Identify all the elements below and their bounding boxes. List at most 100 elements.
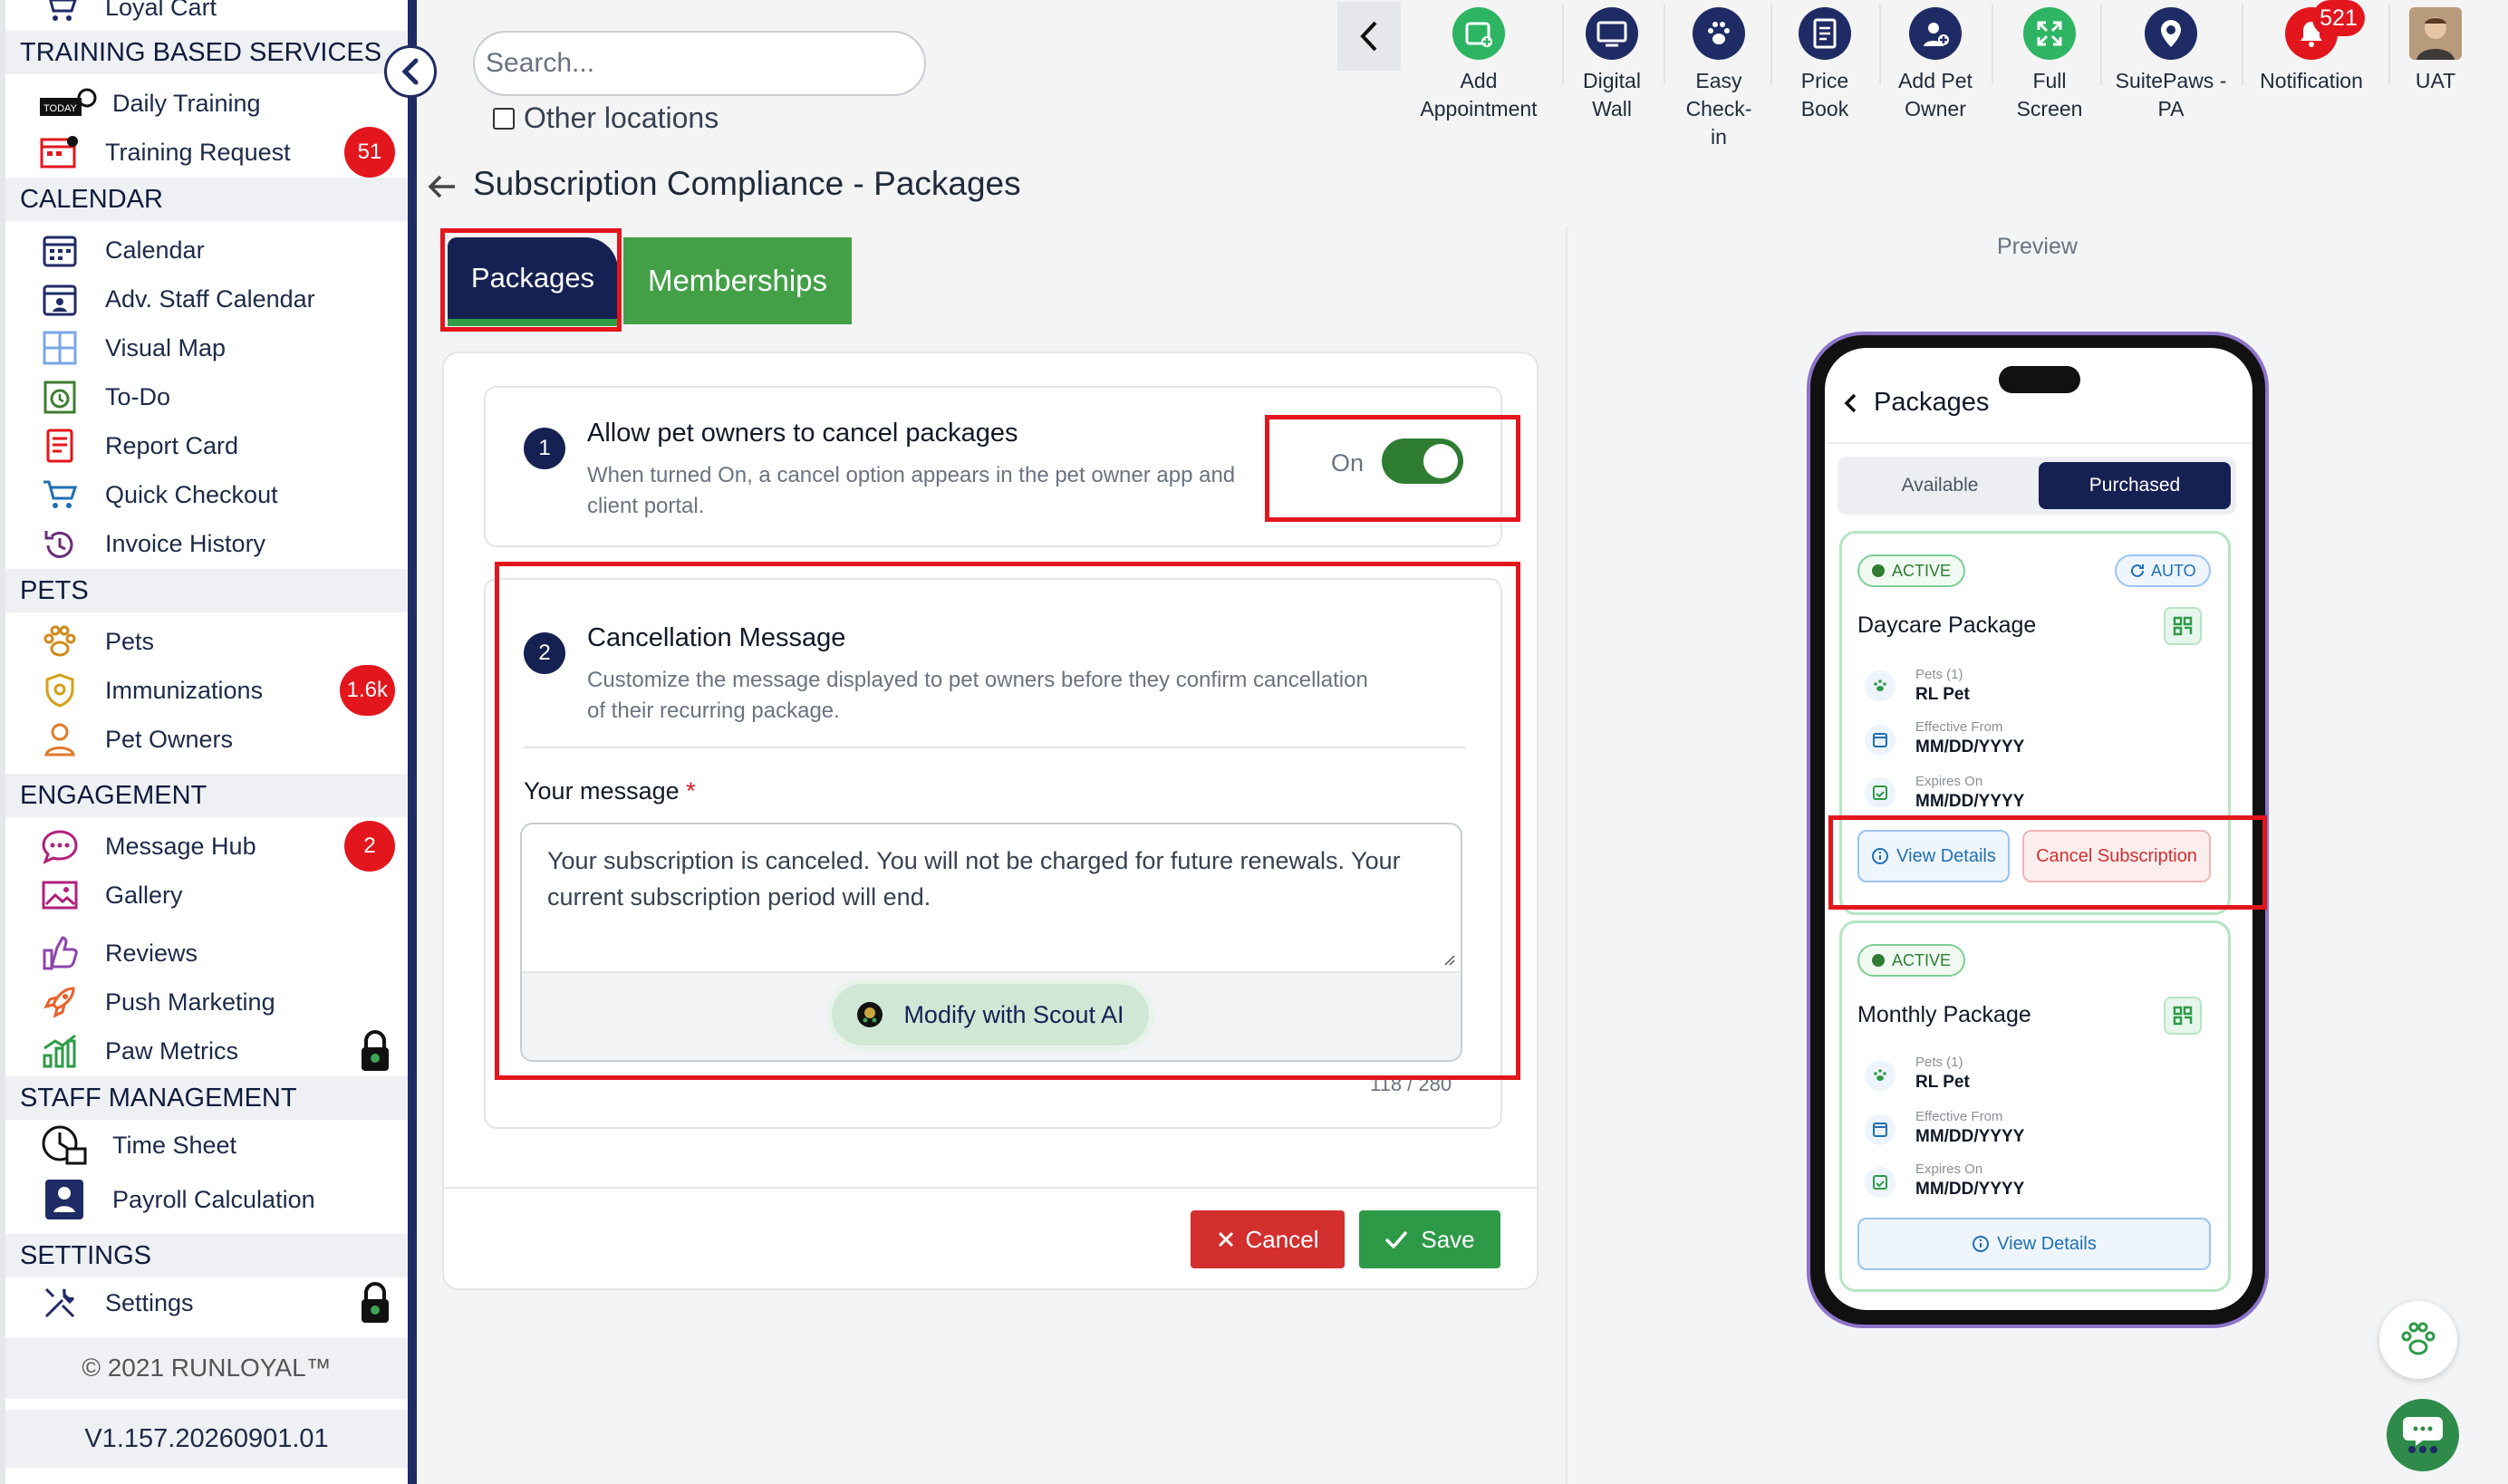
button-label: Save [1421,1225,1475,1253]
add-person-icon [1909,7,1962,60]
section-pets: PETS [5,569,408,612]
preview-tab-purchased[interactable]: Purchased [2039,462,2231,509]
message-hub-badge: 2 [344,821,395,872]
sidebar-item-label: Time Sheet [112,1131,237,1159]
cancel-button[interactable]: Cancel [1191,1210,1345,1268]
button-label: Cancel Subscription [2036,845,2197,866]
other-locations-checkbox[interactable]: Other locations [493,101,719,135]
pets-value: RL Pet [1915,685,1970,704]
allow-cancel-title: Allow pet owners to cancel packages [587,419,1018,448]
chip-label: ACTIVE [1892,561,1952,580]
sidebar-item-daily-training[interactable]: TODAY Daily Training [5,80,408,127]
copyright: © 2021 RUNLOYAL™ [5,1337,408,1399]
chip-label: AUTO [2151,561,2196,580]
view-details-button[interactable]: View Details [1857,830,2010,882]
sidebar-item-time-sheet[interactable]: Time Sheet [5,1122,408,1169]
sidebar-item-label: Push Marketing [105,988,275,1016]
sidebar-item-label: Calendar [105,236,205,264]
shield-icon [40,670,80,710]
search-input[interactable]: Search... [473,31,926,96]
chip-label: ACTIVE [1892,950,1952,969]
training-calendar-icon [40,132,80,172]
add-pet-owner-button[interactable]: Add Pet Owner [1890,4,1981,140]
easy-checkin-button[interactable]: Easy Check-in [1680,4,1758,149]
toolbar-back-button[interactable] [1337,2,1401,71]
ai-button-label: Modify with Scout AI [903,1000,1124,1028]
cancel-subscription-button[interactable]: Cancel Subscription [2022,830,2211,882]
preview-tab-available[interactable]: Available [1845,462,2035,509]
suitepaws-button[interactable]: SuitePaws - PA [2113,4,2229,140]
full-screen-button[interactable]: Full Screen [2006,4,2093,140]
sidebar-item-label: Invoice History [105,529,266,557]
digital-wall-button[interactable]: Digital Wall [1573,4,1651,140]
effective-value: MM/DD/YYYY [1915,1127,2025,1146]
package-name: Monthly Package [1857,1002,2031,1027]
sidebar-item-pet-owners[interactable]: Pet Owners [5,716,408,763]
page-back-button[interactable] [424,169,460,205]
support-chat-button[interactable] [2387,1399,2459,1471]
sidebar-item-message-hub[interactable]: Message Hub 2 [5,821,408,872]
toggle-state-label: On [1331,449,1365,477]
tab-packages[interactable]: Packages [448,237,618,326]
sidebar-item-invoice-history[interactable]: Invoice History [5,520,408,567]
add-appointment-button[interactable]: Add Appointment [1410,4,1548,140]
checkbox-box[interactable] [493,107,515,130]
sidebar-item-todo[interactable]: To-Do [5,373,408,420]
qr-code-icon[interactable] [2164,607,2202,645]
effective-label: Effective From [1915,1109,2003,1124]
tool-label: Add Appointment [1420,69,1538,120]
sidebar-item-training-request[interactable]: Training Request 51 [5,127,408,178]
qr-code-icon[interactable] [2164,997,2202,1035]
sidebar-item-reviews[interactable]: Reviews [5,930,408,977]
sidebar-item-pets[interactable]: Pets [5,618,408,665]
view-details-button[interactable]: View Details [1857,1218,2211,1270]
chat-bubble-icon [40,826,80,866]
sidebar-item-label: Pet Owners [105,725,234,753]
expires-value: MM/DD/YYYY [1915,792,2025,811]
modify-with-scout-ai-button[interactable]: Modify with Scout AI [826,978,1154,1051]
preview-label: Preview [1997,234,2078,259]
status-chip-active: ACTIVE [1857,554,1966,587]
price-book-button[interactable]: Price Book [1781,4,1868,140]
sidebar-item-push-marketing[interactable]: Push Marketing [5,978,408,1026]
sidebar-item-calendar[interactable]: Calendar [5,226,408,274]
section-engagement: ENGAGEMENT [5,774,408,817]
training-request-badge: 51 [344,127,395,178]
tool-label: UAT [2415,69,2456,92]
sidebar-item-label: Immunizations [105,676,264,704]
tool-label: Add Pet Owner [1898,69,1973,120]
sidebar-item-quick-checkout[interactable]: Quick Checkout [5,471,408,518]
calendar-check-icon [1865,777,1895,808]
sidebar-item-settings[interactable]: Settings [5,1279,408,1326]
sidebar-item-payroll[interactable]: Payroll Calculation [5,1176,408,1223]
sidebar-item-adv-staff-calendar[interactable]: Adv. Staff Calendar [5,275,408,323]
sidebar-item-paw-metrics[interactable]: Paw Metrics [5,1027,408,1074]
sidebar-item-report-card[interactable]: Report Card [5,422,408,469]
sidebar-item-visual-map[interactable]: Visual Map [5,324,408,371]
allow-cancel-description: When turned On, a cancel option appears … [587,460,1235,522]
sidebar-item-loyal-cart[interactable]: Loyal Cart [5,0,408,31]
user-menu-button[interactable]: UAT [2401,4,2470,140]
suitepaws-pin-icon [2145,7,2197,60]
allow-cancel-toggle[interactable] [1382,438,1463,484]
page-title: Subscription Compliance - Packages [473,165,1021,202]
info-icon [1973,1236,1990,1252]
paw-assistant-button[interactable] [2379,1301,2457,1379]
cart-icon [40,0,80,27]
effective-label: Effective From [1915,719,2003,735]
save-button[interactable]: Save [1359,1210,1500,1268]
sidebar-item-label: Quick Checkout [105,480,278,508]
sidebar-item-gallery[interactable]: Gallery [5,872,408,919]
invoice-history-icon [40,524,80,564]
digital-wall-icon [1586,7,1638,60]
notification-count-badge: 521 [2312,0,2365,36]
tool-label: Price Book [1800,69,1849,120]
timesheet-icon [40,1125,89,1165]
chevron-left-icon[interactable] [1843,392,1859,414]
resize-handle-icon[interactable] [1441,951,1455,966]
sidebar-item-immunizations[interactable]: Immunizations 1.6k [5,665,408,716]
version-label: V1.157.20260901.01 [5,1410,408,1468]
sidebar-collapse-button[interactable] [384,45,437,98]
tab-memberships[interactable]: Memberships [623,237,852,324]
expand-icon [2023,7,2076,60]
